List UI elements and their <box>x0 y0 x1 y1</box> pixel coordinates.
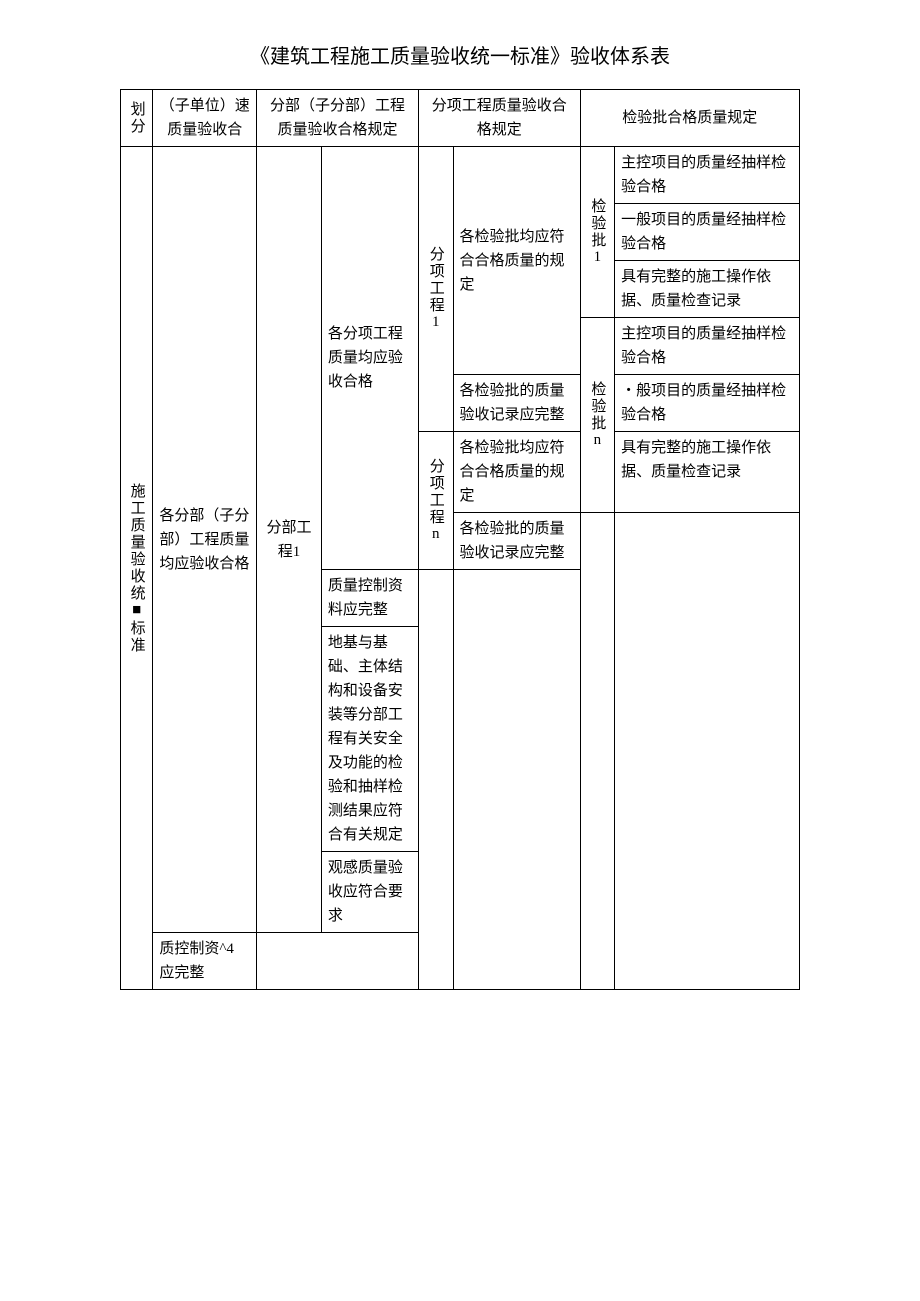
table-row: 施工质量验收统■标准 各分部（子分部）工程质量均应验收合格 分部工程1 各分项工… <box>121 147 800 204</box>
acceptance-system-table: 划分 （子单位）速质量验收合 分部（子分部）工程质量验收合格规定 分项工程质量验… <box>120 89 800 990</box>
col3-lvl1: 分部工程1 <box>257 147 322 933</box>
col5-sub1-item3: 具有完整的施工操作依据、质量检查记录 <box>615 261 800 318</box>
header-col3: 分部（子分部）工程质量验收合格规定 <box>257 90 419 147</box>
col5-sub2-item3: 具有完整的施工操作依据、质量检查记录 <box>615 432 800 513</box>
col5-sub1: 检验批1 <box>580 147 615 318</box>
row-label: 施工质量验收统■标准 <box>121 147 153 990</box>
col5-sub2-item2: ・般项目的质量经抽样检验合格 <box>615 375 800 432</box>
col4-sub1-item2: 各检验批的质量验收记录应完整 <box>453 375 580 432</box>
header-col4: 分项工程质量验收合格规定 <box>418 90 580 147</box>
header-col1: 划分 <box>121 90 153 147</box>
header-row: 划分 （子单位）速质量验收合 分部（子分部）工程质量验收合格规定 分项工程质量验… <box>121 90 800 147</box>
col4-sub2-item2: 各检验批的质量验收记录应完整 <box>453 513 580 570</box>
empty-cell <box>580 513 615 990</box>
col5-sub2: 检验批n <box>580 318 615 513</box>
col5-sub2-item1: 主控项目的质量经抽样检验合格 <box>615 318 800 375</box>
empty-cell <box>615 513 800 990</box>
col5-sub1-item1: 主控项目的质量经抽样检验合格 <box>615 147 800 204</box>
empty-cell <box>453 570 580 990</box>
col4-sub2: 分项工程n <box>418 432 453 570</box>
header-col2: （子单位）速质量验收合 <box>153 90 257 147</box>
col4-sub1-item1: 各检验批均应符合合格质量的规定 <box>453 147 580 375</box>
col2-r2: 质控制资^4 应完整 <box>153 933 257 990</box>
col5-sub1-item2: 一般项目的质量经抽样检验合格 <box>615 204 800 261</box>
document-title: 《建筑工程施工质量验收统一标准》验收体系表 <box>40 40 880 69</box>
col3-item3: 地基与基础、主体结构和设备安装等分部工程有关安全及功能的检验和抽样检测结果应符合… <box>321 627 418 852</box>
empty-cell <box>418 570 453 990</box>
col3-item1: 各分项工程质量均应验收合格 <box>321 147 418 570</box>
col3-item4: 观感质量验收应符合要求 <box>321 852 418 933</box>
col4-sub2-item1: 各检验批均应符合合格质量的规定 <box>453 432 580 513</box>
col3-item2: 质量控制资料应完整 <box>321 570 418 627</box>
empty-cell <box>257 933 419 990</box>
col4-sub1: 分项工程1 <box>418 147 453 432</box>
col2-r1: 各分部（子分部）工程质量均应验收合格 <box>153 147 257 933</box>
header-col5: 检验批合格质量规定 <box>580 90 799 147</box>
